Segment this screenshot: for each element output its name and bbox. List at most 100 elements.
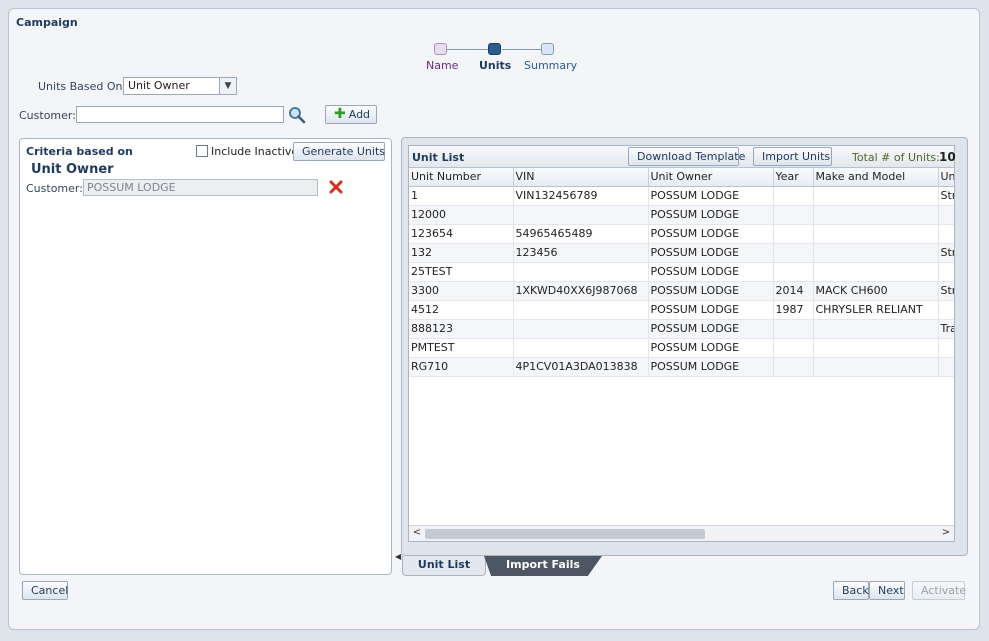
download-template-button[interactable]: Download Template [628, 147, 745, 166]
column-header[interactable]: Make and Model [813, 168, 939, 187]
unit-table: Unit Number VIN Unit Owner Year Make and… [409, 168, 954, 377]
column-header[interactable]: Un [938, 168, 954, 187]
table-cell [938, 224, 954, 244]
units-based-on-value: Unit Owner [128, 79, 190, 92]
next-button[interactable]: Next [869, 581, 905, 600]
table-cell [773, 243, 814, 263]
table-cell [513, 300, 649, 320]
table-cell [813, 319, 939, 339]
scroll-left-icon[interactable]: < [411, 527, 423, 538]
table-cell: 123654 [409, 224, 514, 244]
scrollbar-thumb[interactable] [425, 529, 705, 539]
activate-button: Activate [912, 581, 966, 600]
search-icon[interactable] [288, 106, 306, 124]
table-cell: 54965465489 [513, 224, 649, 244]
table-row[interactable]: 3300 1XKWD40XX6J987068 POSSUM LODGE 2014 MAC… [409, 281, 954, 301]
column-header[interactable]: Unit Number [409, 168, 514, 187]
include-inactive-label[interactable]: Include Inactive [211, 145, 298, 158]
table-row[interactable]: 123654 54965465489 POSSUM LODGE [409, 224, 954, 244]
import-units-button[interactable]: Import Units [753, 147, 832, 166]
table-cell [513, 319, 649, 339]
table-cell [813, 338, 939, 358]
column-header[interactable]: Unit Owner [648, 168, 774, 187]
table-cell: POSSUM LODGE [648, 205, 774, 225]
page-title: Campaign [16, 16, 78, 29]
collapse-left-icon[interactable]: ◀ [395, 552, 401, 561]
train-step-name[interactable]: Name [426, 59, 458, 72]
table-cell: 132 [409, 243, 514, 263]
wizard-train: Name Units Summary [420, 40, 580, 74]
table-cell [938, 262, 954, 282]
table-cell: Tra [938, 319, 954, 339]
table-cell: 1 [409, 186, 514, 206]
column-header[interactable]: VIN [513, 168, 649, 187]
horizontal-scrollbar[interactable]: < > [409, 525, 954, 541]
table-cell [813, 205, 939, 225]
criteria-heading: Unit Owner [31, 162, 114, 177]
table-row[interactable]: 1VIN132456789POSSUM LODGE Str [409, 186, 954, 206]
total-units-label: Total # of Units: [852, 151, 940, 164]
table-cell: CHRYSLER RELIANT [813, 300, 939, 320]
table-cell [938, 338, 954, 358]
unit-list-container: Unit List Download Template Import Units… [408, 145, 956, 542]
table-cell [773, 186, 814, 206]
chevron-down-icon[interactable]: ▼ [219, 78, 236, 94]
criteria-title: Criteria based on [26, 145, 133, 158]
table-row[interactable]: RG710 4P1CV01A3DA013838 POSSUM LODGE [409, 357, 954, 377]
table-cell [773, 319, 814, 339]
train-step-summary-icon[interactable] [541, 43, 554, 55]
unit-table-body: 1VIN132456789POSSUM LODGEStr12000 POSSUM … [409, 186, 954, 377]
unit-list-title: Unit List [412, 151, 465, 164]
tab-unit-list[interactable]: Unit List [402, 556, 486, 576]
table-row[interactable]: 25TEST POSSUM LODGE [409, 262, 954, 282]
table-cell [938, 357, 954, 377]
table-cell: Str [938, 243, 954, 263]
table-row[interactable]: PMTEST POSSUM LODGE [409, 338, 954, 358]
criteria-customer-field: POSSUM LODGE [83, 179, 318, 196]
cancel-button[interactable]: Cancel [22, 581, 68, 600]
table-cell: 12000 [409, 205, 514, 225]
table-cell: 4P1CV01A3DA013838 [513, 357, 649, 377]
table-cell: MACK CH600 [813, 281, 939, 301]
column-header[interactable]: Year [773, 168, 814, 187]
table-cell [513, 205, 649, 225]
table-cell: POSSUM LODGE [648, 319, 774, 339]
units-based-on-select[interactable]: Unit Owner ▼ [123, 77, 237, 95]
table-cell: 25TEST [409, 262, 514, 282]
table-row[interactable]: 12000 POSSUM LODGE [409, 205, 954, 225]
train-step-name-icon[interactable] [434, 43, 447, 55]
plus-icon: ✚ [334, 106, 346, 122]
table-cell: RG710 [409, 357, 514, 377]
table-row[interactable]: 4512 POSSUM LODGE 1987 CHRYSLER RELIANT [409, 300, 954, 320]
criteria-panel: Criteria based on Include Inactive Gener… [19, 138, 392, 575]
table-row[interactable]: 132123456POSSUM LODGE Str [409, 243, 954, 263]
table-cell: POSSUM LODGE [648, 281, 774, 301]
table-cell: 3300 [409, 281, 514, 301]
table-header-row: Unit Number VIN Unit Owner Year Make and… [409, 168, 954, 187]
unit-table-viewport: Unit Number VIN Unit Owner Year Make and… [409, 168, 954, 518]
table-cell: POSSUM LODGE [648, 186, 774, 206]
table-cell [938, 205, 954, 225]
back-button[interactable]: Back [833, 581, 869, 600]
scroll-right-icon[interactable]: > [940, 527, 952, 538]
tab-import-fails[interactable]: Import Fails [484, 556, 602, 576]
add-button[interactable]: ✚ Add [325, 105, 377, 124]
generate-units-button[interactable]: Generate Units [293, 142, 385, 161]
remove-icon[interactable] [328, 179, 344, 195]
unit-list-toolbar: Unit List Download Template Import Units… [409, 146, 956, 168]
customer-input[interactable] [76, 106, 284, 123]
train-step-summary[interactable]: Summary [524, 59, 577, 72]
include-inactive-checkbox[interactable] [196, 145, 208, 157]
table-row[interactable]: 888123 POSSUM LODGE Tra [409, 319, 954, 339]
table-cell: 4512 [409, 300, 514, 320]
table-cell [513, 262, 649, 282]
table-cell: 2014 [773, 281, 814, 301]
train-step-units-icon [488, 43, 501, 55]
table-cell: POSSUM LODGE [648, 262, 774, 282]
table-cell: PMTEST [409, 338, 514, 358]
table-cell [813, 186, 939, 206]
table-cell [813, 357, 939, 377]
total-units-value: 10 [939, 150, 956, 164]
table-cell: POSSUM LODGE [648, 300, 774, 320]
table-cell [773, 357, 814, 377]
